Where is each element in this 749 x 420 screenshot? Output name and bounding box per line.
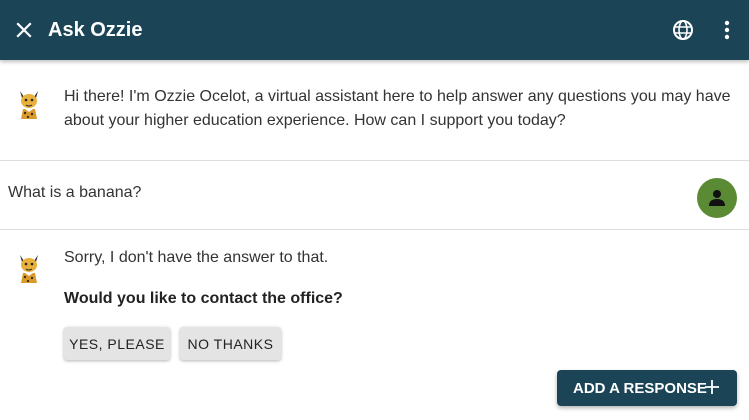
ocelot-avatar-icon [20,91,38,119]
close-button[interactable] [0,0,48,60]
page-title: Ask Ozzie [48,18,143,41]
close-icon [16,22,32,38]
yes-please-button[interactable]: YES, PLEASE [64,327,170,360]
user-message: What is a banana? [0,162,749,230]
user-message-text: What is a banana? [8,184,142,201]
greeting-text: Hi there! I'm Ozzie Ocelot, a virtual as… [64,88,731,129]
more-options-button[interactable] [705,0,749,60]
plus-icon [705,380,719,394]
add-response-label: ADD A RESPONSE [573,379,707,397]
ocelot-avatar-icon [20,255,38,283]
language-button[interactable] [661,0,705,60]
no-thanks-button[interactable]: NO THANKS [180,327,281,360]
bot-question-text: Would you like to contact the office? [64,290,343,307]
user-avatar [697,178,737,218]
bot-answer-text: Sorry, I don't have the answer to that. [64,249,329,266]
bot-message-greeting: Hi there! I'm Ozzie Ocelot, a virtual as… [0,61,749,161]
more-vert-icon [724,20,730,40]
globe-icon [673,20,693,40]
header-bar: Ask Ozzie [0,0,749,60]
person-icon [709,190,725,206]
add-response-button[interactable]: ADD A RESPONSE [557,370,737,406]
